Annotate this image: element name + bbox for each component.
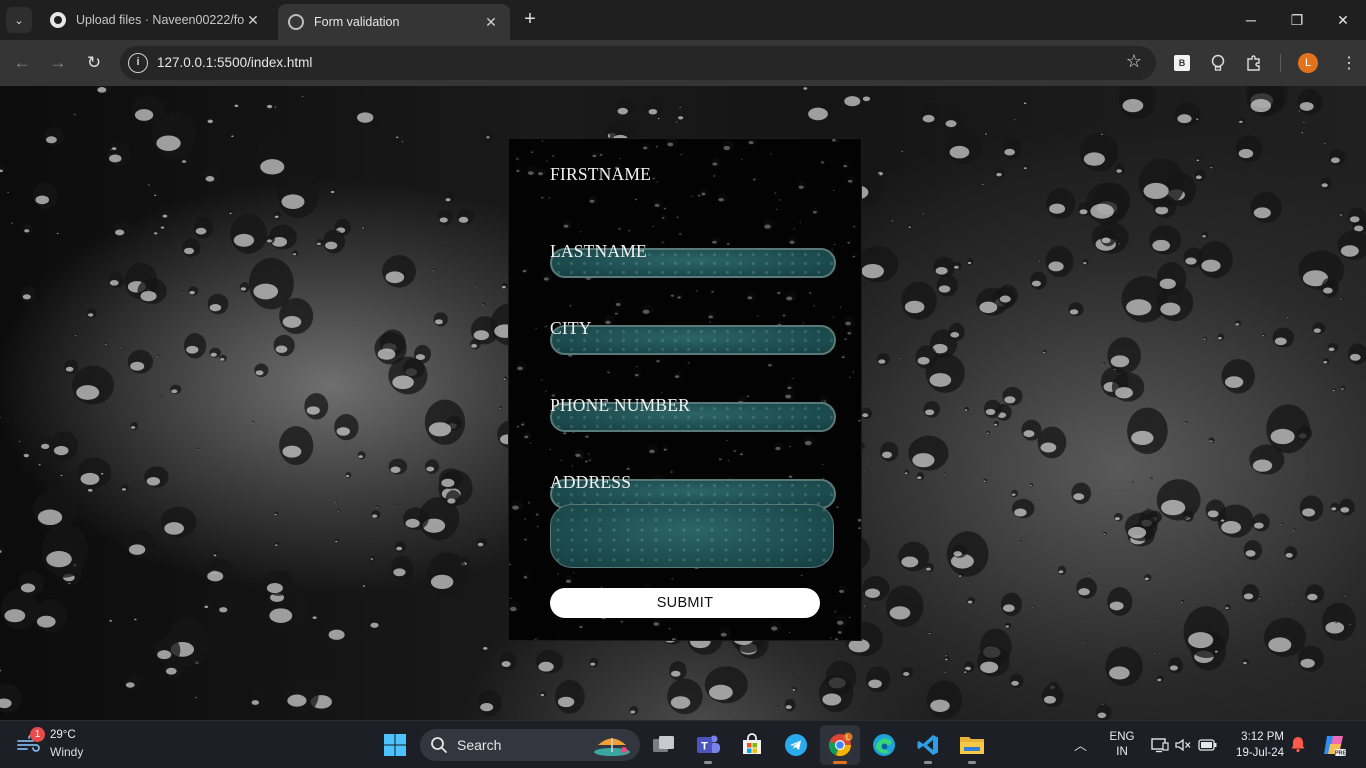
taskbar-search[interactable]: Search [420, 729, 640, 761]
submit-button[interactable]: SUBMIT [550, 588, 820, 618]
teams-icon: T [697, 735, 720, 753]
address-textarea[interactable] [550, 504, 834, 568]
chrome-button[interactable]: L [820, 725, 860, 765]
more-menu-icon[interactable]: ⋮ [1338, 52, 1360, 74]
profile-avatar[interactable]: L [1297, 52, 1319, 74]
teams-button[interactable]: T [688, 725, 728, 765]
lightbulb-icon[interactable] [1207, 52, 1229, 74]
task-view-button[interactable] [644, 725, 684, 765]
search-highlight-icon [594, 738, 630, 756]
svg-text:PRE: PRE [1335, 751, 1347, 757]
phone-number-label: PHONE NUMBER [550, 395, 690, 415]
restore-button[interactable]: ❐ [1274, 0, 1320, 40]
copilot-icon[interactable]: PRE [1321, 732, 1347, 758]
telegram-icon [785, 734, 807, 756]
chrome-profile-badge: L [846, 735, 850, 742]
city-label: CITY [550, 318, 592, 338]
browser-toolbar: ← → ↻ i 127.0.0.1:5500/index.html ☆ B L … [0, 40, 1366, 86]
search-label: Search [457, 737, 502, 753]
display-icon[interactable] [1150, 735, 1170, 755]
running-indicator [968, 761, 976, 764]
start-button[interactable] [375, 725, 415, 765]
globe-icon [288, 14, 304, 30]
notification-bell-icon[interactable] [1289, 735, 1307, 753]
svg-text:T: T [701, 741, 708, 753]
bookmark-star-icon[interactable]: ☆ [1126, 51, 1142, 72]
running-indicator [924, 761, 932, 764]
clock-date: 19-Jul-24 [1236, 747, 1284, 759]
chrome-icon: L [828, 732, 853, 757]
language-code: ENG [1109, 731, 1135, 743]
close-tab-icon[interactable]: ✕ [482, 14, 500, 31]
profile-initial: L [1298, 53, 1318, 73]
lastname-label: LASTNAME [550, 241, 647, 261]
new-tab-button[interactable]: + [518, 8, 542, 32]
windows-taskbar: 1 29°C Windy Search T L ︿ ENG IN 3:12 PM… [0, 720, 1366, 768]
vscode-icon [917, 735, 938, 755]
running-indicator [833, 761, 847, 764]
running-indicator [704, 761, 712, 764]
search-icon [431, 737, 447, 753]
reload-button[interactable]: ↻ [82, 51, 106, 75]
folder-icon [960, 737, 984, 754]
back-button[interactable]: ← [10, 51, 34, 75]
extension-b-icon[interactable]: B [1171, 52, 1193, 74]
task-view-icon [653, 736, 674, 752]
store-icon [743, 733, 761, 754]
tab-strip: ⌄ Upload files · Naveen00222/form ✕ Form… [0, 0, 1366, 40]
forward-button[interactable]: → [46, 51, 70, 75]
lastname-input[interactable] [550, 325, 836, 355]
windows-logo-icon [384, 734, 406, 756]
firstname-label: FIRSTNAME [550, 164, 651, 184]
extension-b-label: B [1174, 55, 1190, 71]
weather-condition: Windy [50, 745, 84, 759]
microsoft-store-button[interactable] [732, 725, 772, 765]
tab-search-button[interactable]: ⌄ [6, 7, 32, 33]
tab-title: Form validation [314, 15, 400, 29]
telegram-button[interactable] [776, 725, 816, 765]
weather-widget[interactable]: 1 29°C Windy [16, 727, 136, 763]
toolbar-separator [1280, 54, 1281, 72]
edge-icon [873, 734, 895, 756]
close-window-button[interactable]: ✕ [1320, 0, 1366, 40]
language-region: IN [1116, 746, 1128, 758]
close-tab-icon[interactable]: ✕ [244, 12, 262, 29]
minimize-button[interactable]: ─ [1228, 0, 1274, 40]
tab-upload-files[interactable]: Upload files · Naveen00222/form ✕ [40, 0, 272, 40]
tab-form-validation[interactable]: Form validation ✕ [278, 4, 510, 40]
page-viewport: FIRSTNAME LASTNAME CITY PHONE NUMBER ADD… [0, 86, 1366, 720]
weather-temp: 29°C [50, 729, 76, 741]
weather-badge: 1 [30, 727, 45, 742]
show-hidden-icons-chevron-icon[interactable]: ︿ [1074, 735, 1087, 754]
address-bar[interactable]: i 127.0.0.1:5500/index.html ☆ [120, 46, 1156, 80]
edge-button[interactable] [864, 725, 904, 765]
tab-title: Upload files · Naveen00222/form [76, 13, 244, 27]
site-info-icon[interactable]: i [128, 53, 148, 73]
clock-time: 3:12 PM [1241, 731, 1284, 743]
battery-icon[interactable] [1198, 735, 1218, 755]
file-explorer-button[interactable] [952, 725, 992, 765]
vscode-button[interactable] [908, 725, 948, 765]
form-card: FIRSTNAME LASTNAME CITY PHONE NUMBER ADD… [508, 138, 862, 641]
extensions-puzzle-icon[interactable] [1243, 52, 1265, 74]
url-text[interactable]: 127.0.0.1:5500/index.html [157, 55, 312, 70]
speaker-muted-icon[interactable] [1173, 735, 1193, 755]
address-label: ADDRESS [550, 472, 632, 492]
github-icon [50, 12, 66, 28]
resize-grip-icon[interactable] [823, 557, 831, 565]
system-clock[interactable]: 3:12 PM 19-Jul-24 [1228, 729, 1284, 761]
input-language[interactable]: ENG IN [1108, 730, 1136, 760]
